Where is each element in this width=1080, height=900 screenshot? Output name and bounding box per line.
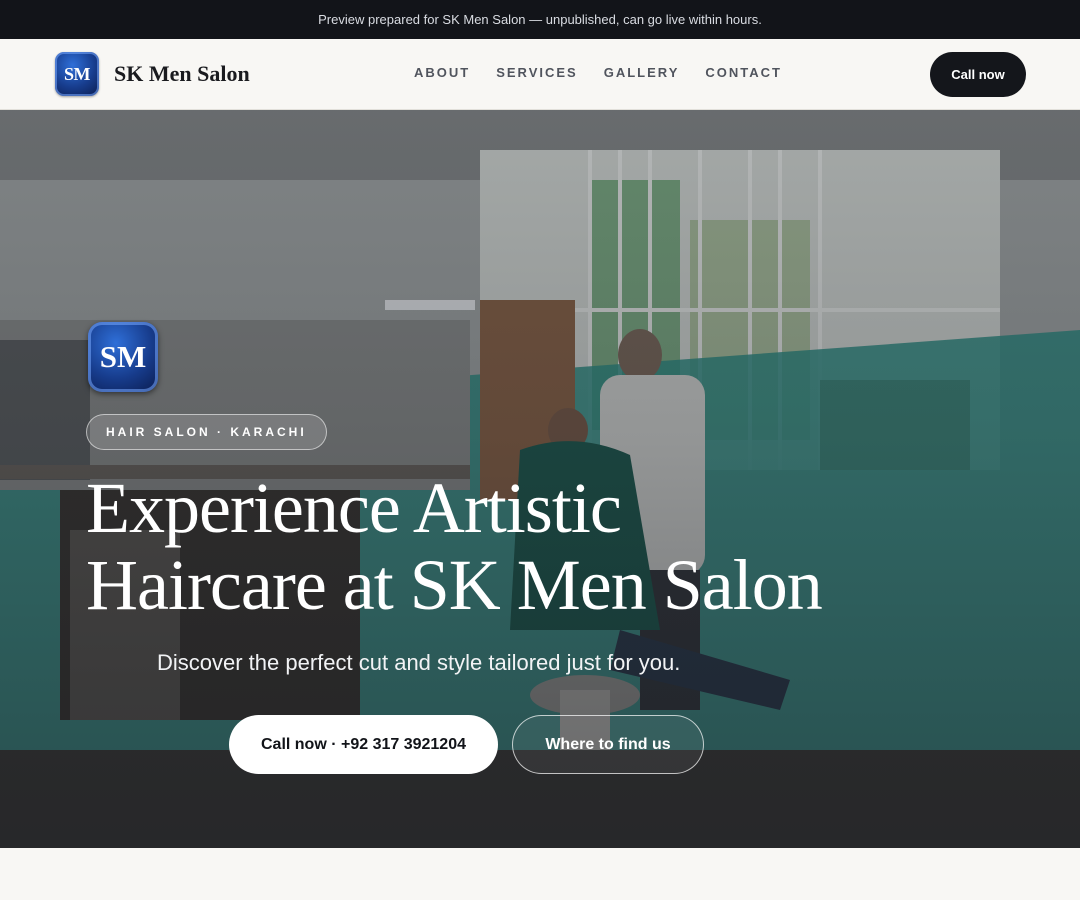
hero-title-line2: Haircare at SK Men Salon — [86, 545, 823, 625]
announcement-text: Preview prepared for SK Men Salon — unpu… — [318, 12, 762, 27]
nav-link-about[interactable]: ABOUT — [414, 65, 470, 80]
nav-link-gallery[interactable]: GALLERY — [604, 65, 680, 80]
logo-badge[interactable]: SM — [55, 52, 99, 96]
hero-section: SM HAIR SALON · KARACHI Experience Artis… — [0, 110, 1080, 848]
hero-title-line1: Experience Artistic — [86, 468, 622, 548]
hero-location-button[interactable]: Where to find us — [512, 715, 704, 774]
hero-title: Experience Artistic Haircare at SK Men S… — [86, 470, 986, 624]
announcement-bar: Preview prepared for SK Men Salon — unpu… — [0, 0, 1080, 39]
nav-link-contact[interactable]: CONTACT — [705, 65, 782, 80]
hero-call-button[interactable]: Call now · +92 317 3921204 — [229, 715, 498, 774]
brand-name[interactable]: SK Men Salon — [114, 61, 250, 87]
hero-tag: HAIR SALON · KARACHI — [86, 414, 327, 450]
nav-link-services[interactable]: SERVICES — [496, 65, 578, 80]
hero-subtitle: Discover the perfect cut and style tailo… — [157, 650, 681, 675]
logo-monogram: SM — [64, 63, 91, 84]
main-nav: ABOUT SERVICES GALLERY CONTACT — [414, 65, 808, 80]
site-header: SM SK Men Salon ABOUT SERVICES GALLERY C… — [0, 39, 1080, 110]
hero-tag-text: HAIR SALON · KARACHI — [106, 425, 307, 439]
hero-logo-monogram: SM — [99, 339, 147, 374]
hero-logo-badge: SM — [88, 322, 158, 392]
header-call-button[interactable]: Call now — [930, 52, 1026, 97]
